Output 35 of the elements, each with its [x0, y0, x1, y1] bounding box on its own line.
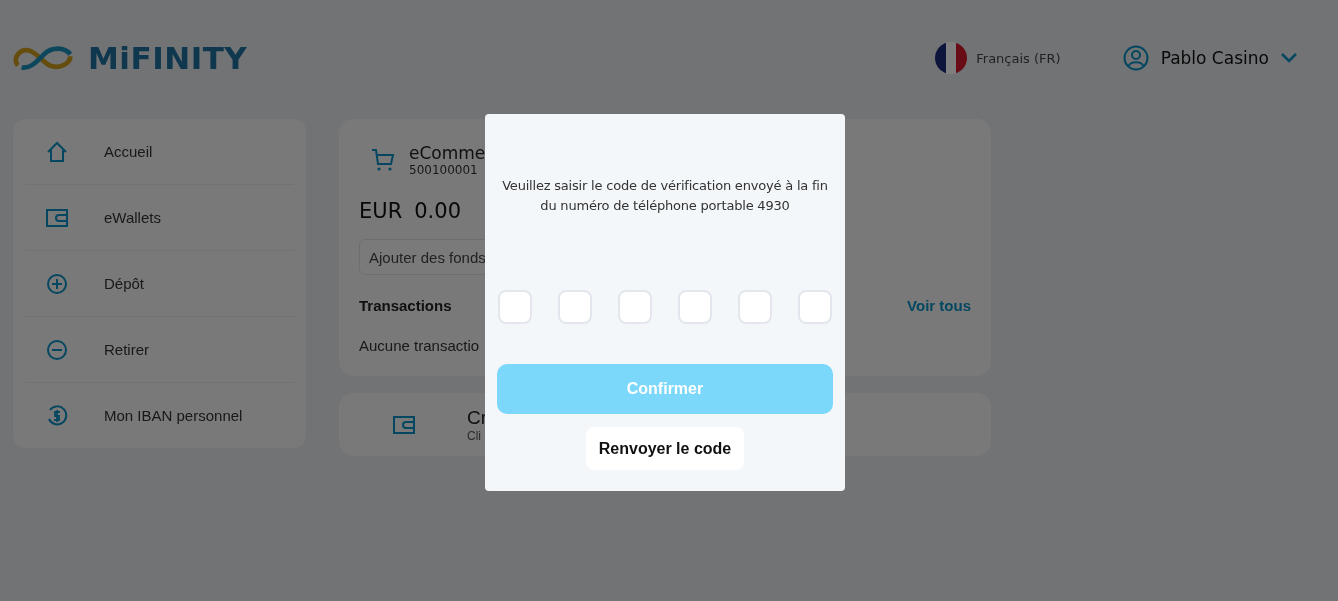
- code-digit-field[interactable]: [558, 290, 592, 324]
- code-digit-field[interactable]: [678, 290, 712, 324]
- user-icon: [1122, 45, 1149, 71]
- home-icon: [46, 140, 68, 163]
- wallet-icon: [393, 415, 415, 434]
- code-digit-field[interactable]: [798, 290, 832, 324]
- sidebar-item[interactable]: Accueil: [25, 119, 294, 185]
- sidebar-item[interactable]: Mon IBAN personnel: [25, 383, 294, 448]
- currency: EUR: [359, 199, 403, 223]
- code-digit-field[interactable]: [738, 290, 772, 324]
- logo-text: MiFINITY: [88, 40, 248, 76]
- card-title: Cr: [467, 406, 488, 429]
- wallet-name: eComme: [409, 143, 486, 163]
- dollar-circle-icon: [46, 404, 68, 427]
- view-all-link[interactable]: Voir tous: [907, 297, 971, 314]
- sidebar-item[interactable]: Dépôt: [25, 251, 294, 317]
- code-digit-field[interactable]: [498, 290, 532, 324]
- plus-circle-icon: [46, 272, 68, 295]
- card-subtitle: Cli: [467, 428, 482, 443]
- cart-icon: [371, 148, 395, 172]
- balance-amount: 0.00: [414, 199, 461, 223]
- code-digit-field[interactable]: [618, 290, 652, 324]
- sidebar-item[interactable]: Retirer: [25, 317, 294, 383]
- empty-transactions-text: Aucune transactio: [359, 337, 481, 354]
- flag-icon: [935, 42, 968, 74]
- language-selector[interactable]: Français (FR): [935, 42, 1061, 74]
- wallet-icon: [46, 206, 68, 229]
- transactions-title: Transactions: [359, 297, 452, 314]
- sidebar-item[interactable]: eWallets: [25, 185, 294, 251]
- wallet-number: 500100001: [409, 163, 479, 177]
- chevron-down-icon: [1280, 53, 1297, 63]
- user-menu[interactable]: Pablo Casino: [1122, 45, 1297, 71]
- minus-circle-icon: [46, 338, 68, 361]
- verification-message: Veuillez saisir le code de vérification envoyé à la fin du numéro de téléphone portable 4930: [501, 177, 829, 215]
- resend-code-button[interactable]: Renvoyer le code: [585, 427, 745, 470]
